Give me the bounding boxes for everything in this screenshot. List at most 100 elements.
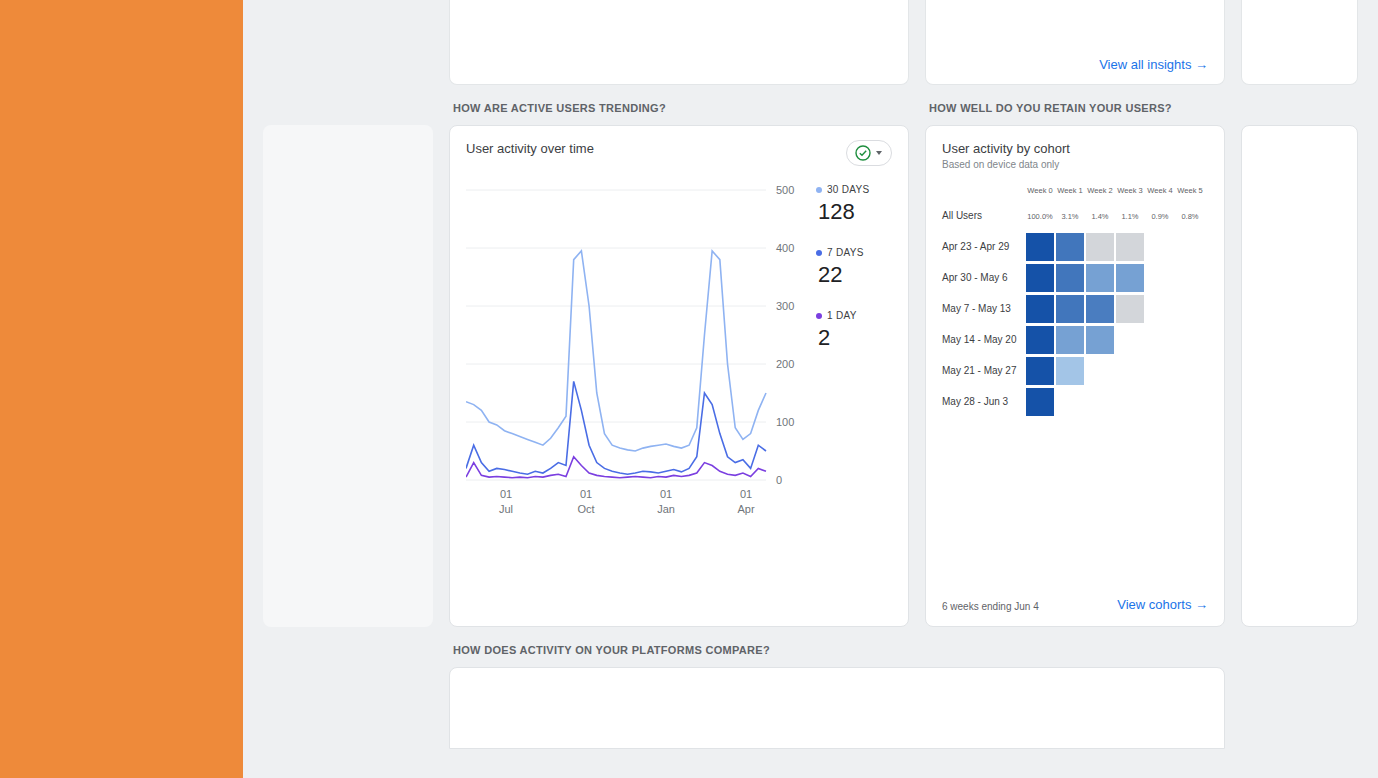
- cohort-footnote: 6 weeks ending Jun 4: [942, 601, 1039, 612]
- cohort-card: User activity by cohortBased on device d…: [925, 125, 1225, 627]
- chart-body: 500 400 300 200 100 0 01Jul 01 Oct 01 Jan 01 Apr 30 D…: [466, 180, 892, 525]
- view-insights-link[interactable]: View all insights →: [1099, 57, 1208, 72]
- legend-dot: [816, 313, 822, 319]
- page: View all insights → HOW ARE ACTIVE USERS …: [0, 0, 1378, 778]
- y-tick: 200: [466, 358, 794, 370]
- legend-item: 7 DAYS 22: [816, 247, 892, 288]
- cohort-cell: [1056, 326, 1084, 354]
- main-row: User activity over time 500 400 300 200 100 0 0…: [263, 125, 1358, 627]
- x-tick: 01 Jan: [657, 488, 675, 515]
- legend-item: 30 DAYS 128: [816, 184, 892, 225]
- filter-button[interactable]: [846, 140, 892, 166]
- legend-label: 7 DAYS: [816, 247, 892, 258]
- cohort-table: Week 0Week 1Week 2Week 3Week 4Week 5 All …: [942, 186, 1208, 416]
- cohort-cell: [1056, 264, 1084, 292]
- chart-legend: 30 DAYS 128 7 DAYS 22 1 DAY 2: [816, 180, 892, 525]
- sidebar: [263, 125, 433, 627]
- cohort-cell: [1116, 264, 1144, 292]
- y-tick: 100: [466, 416, 794, 428]
- cohort-column: Week 5: [1176, 186, 1204, 199]
- svg-text:01: 01: [580, 488, 592, 500]
- side-card: [1241, 125, 1358, 627]
- cohort-column: Week 1: [1056, 186, 1084, 199]
- cohort-percent: 1.4%: [1086, 206, 1114, 227]
- cohort-percent: 0.8%: [1176, 206, 1204, 227]
- series-line: [466, 457, 766, 478]
- cohort-row-label: May 21 - May 27: [942, 357, 1024, 385]
- cohort-cell: [1056, 357, 1084, 385]
- caret-down-icon: [875, 149, 883, 157]
- cohort-column: Week 0: [1026, 186, 1054, 199]
- x-tick: 01Jul: [499, 488, 513, 515]
- series-line: [466, 251, 766, 451]
- svg-text:100: 100: [776, 416, 794, 428]
- line-chart: 500 400 300 200 100 0 01Jul 01 Oct 01 Jan 01 Apr: [466, 180, 808, 525]
- section-title: HOW WELL DO YOU RETAIN YOUR USERS?: [925, 85, 1225, 125]
- svg-text:Apr: Apr: [737, 503, 754, 515]
- cohort-cell: [1086, 326, 1114, 354]
- series-line: [466, 381, 766, 474]
- y-tick: 500: [466, 184, 794, 196]
- svg-text:200: 200: [776, 358, 794, 370]
- svg-text:Oct: Oct: [577, 503, 594, 515]
- activity-chart-card: User activity over time 500 400 300 200 100 0 0…: [449, 125, 909, 627]
- cohort-percent: 0.9%: [1146, 206, 1174, 227]
- cohort-cell: [1116, 295, 1144, 323]
- dashboard: View all insights → HOW ARE ACTIVE USERS …: [243, 0, 1378, 778]
- svg-text:Jan: Jan: [657, 503, 675, 515]
- view-cohorts-link[interactable]: View cohorts →: [1117, 597, 1208, 612]
- x-tick: 01 Apr: [737, 488, 754, 515]
- legend-value: 22: [816, 262, 892, 288]
- section-title: HOW ARE ACTIVE USERS TRENDING?: [449, 85, 909, 125]
- card-subtitle: Based on device data only: [942, 158, 1208, 172]
- cohort-percent: 100.0%: [1026, 206, 1054, 227]
- legend-label: 30 DAYS: [816, 184, 892, 195]
- cohort-footer: 6 weeks ending Jun 4 View cohorts →: [942, 585, 1208, 612]
- cohort-column: Week 2: [1086, 186, 1114, 199]
- cohort-cell: [1026, 264, 1054, 292]
- orange-band: [0, 0, 243, 778]
- legend-label: 1 DAY: [816, 310, 892, 321]
- card-title: User activity by cohort: [942, 140, 1208, 158]
- cohort-row-label: All Users: [942, 202, 1024, 230]
- svg-text:400: 400: [776, 242, 794, 254]
- cohort-cell: [1026, 388, 1054, 416]
- cohort-row-label: May 7 - May 13: [942, 295, 1024, 323]
- platform-card: [449, 667, 1225, 749]
- x-tick: 01 Oct: [577, 488, 594, 515]
- cohort-cell: [1026, 357, 1054, 385]
- legend-dot: [816, 250, 822, 256]
- cohort-cell: [1116, 233, 1144, 261]
- svg-text:0: 0: [776, 474, 782, 486]
- insight-card: [449, 0, 909, 85]
- cohort-row-label: Apr 30 - May 6: [942, 264, 1024, 292]
- y-tick: 400: [466, 242, 794, 254]
- legend-value: 2: [816, 325, 892, 351]
- svg-text:01: 01: [740, 488, 752, 500]
- card-header: User activity over time: [466, 140, 892, 166]
- cohort-cell: [1086, 295, 1114, 323]
- cohort-row-label: May 14 - May 20: [942, 326, 1024, 354]
- svg-text:Jul: Jul: [499, 503, 513, 515]
- insight-card: [1241, 0, 1358, 85]
- cohort-row-label: May 28 - Jun 3: [942, 388, 1024, 416]
- cohort-cell: [1026, 326, 1054, 354]
- section-header-row: HOW ARE ACTIVE USERS TRENDING? HOW WELL D…: [263, 85, 1358, 125]
- platform-header-row: HOW DOES ACTIVITY ON YOUR PLATFORMS COMP…: [263, 627, 1358, 667]
- svg-text:500: 500: [776, 184, 794, 196]
- legend-item: 1 DAY 2: [816, 310, 892, 351]
- cohort-cell: [1026, 295, 1054, 323]
- svg-text:300: 300: [776, 300, 794, 312]
- section-title: HOW DOES ACTIVITY ON YOUR PLATFORMS COMP…: [449, 627, 1225, 667]
- cohort-column: Week 3: [1116, 186, 1144, 199]
- legend-dot: [816, 187, 822, 193]
- svg-text:01: 01: [660, 488, 672, 500]
- cohort-cell: [1056, 233, 1084, 261]
- cohort-cell: [1026, 233, 1054, 261]
- legend-value: 128: [816, 199, 892, 225]
- cohort-cell: [1086, 233, 1114, 261]
- cohort-percent: 1.1%: [1116, 206, 1144, 227]
- cohort-column: Week 4: [1146, 186, 1174, 199]
- cohort-cell: [1086, 264, 1114, 292]
- y-tick: 300: [466, 300, 794, 312]
